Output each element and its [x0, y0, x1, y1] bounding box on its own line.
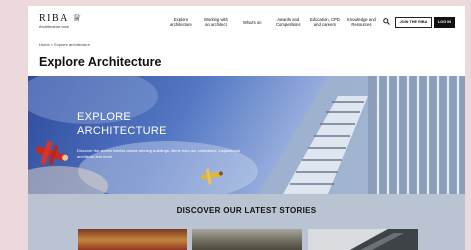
search-icon[interactable] — [383, 18, 390, 25]
hero-title: EXPLORE ARCHITECTURE — [77, 111, 167, 137]
nav-awards-competitions[interactable]: Awards and Competitions — [276, 17, 300, 27]
riba-logo[interactable]: RIBA ♕ Architecture.com — [39, 13, 83, 30]
stories-heading: DISCOVER OUR LATEST STORIES — [176, 206, 317, 215]
logo-subtitle: Architecture.com — [39, 24, 70, 29]
crown-icon: ♕ — [72, 13, 83, 24]
breadcrumb: Home > Explore architecture — [39, 42, 90, 47]
breadcrumb-current: Explore architecture — [54, 42, 90, 47]
story-card-3-image — [349, 229, 418, 250]
hero-banner: EXPLORE ARCHITECTURE Discover the storie… — [28, 76, 465, 194]
latest-stories-section: DISCOVER OUR LATEST STORIES — [28, 194, 465, 250]
story-card-1[interactable] — [78, 229, 187, 250]
browser-frame: RIBA ♕ Architecture.com Explore architec… — [28, 6, 465, 250]
nav-education-cpd[interactable]: Education, CPD and careers — [310, 17, 340, 27]
logo-wordmark: RIBA ♕ — [39, 13, 83, 24]
hero-description: Discover the stories behind award winnin… — [77, 148, 240, 159]
login-button[interactable]: LOG IN — [434, 17, 455, 28]
site-header: RIBA ♕ Architecture.com Explore architec… — [28, 6, 465, 36]
nav-explore-architecture[interactable]: Explore architecture — [170, 17, 192, 27]
page-title: Explore Architecture — [39, 55, 162, 69]
join-riba-button[interactable]: JOIN THE RIBA — [395, 17, 432, 28]
breadcrumb-separator: > — [50, 42, 54, 47]
nav-working-with-architect[interactable]: Working with an architect — [204, 17, 228, 27]
nav-knowledge-resources[interactable]: Knowledge and Resources — [347, 17, 376, 27]
story-card-3[interactable] — [308, 229, 418, 250]
story-card-2[interactable] — [192, 229, 302, 250]
nav-whats-on[interactable]: What's on — [243, 20, 262, 25]
breadcrumb-home-link[interactable]: Home — [39, 42, 50, 47]
